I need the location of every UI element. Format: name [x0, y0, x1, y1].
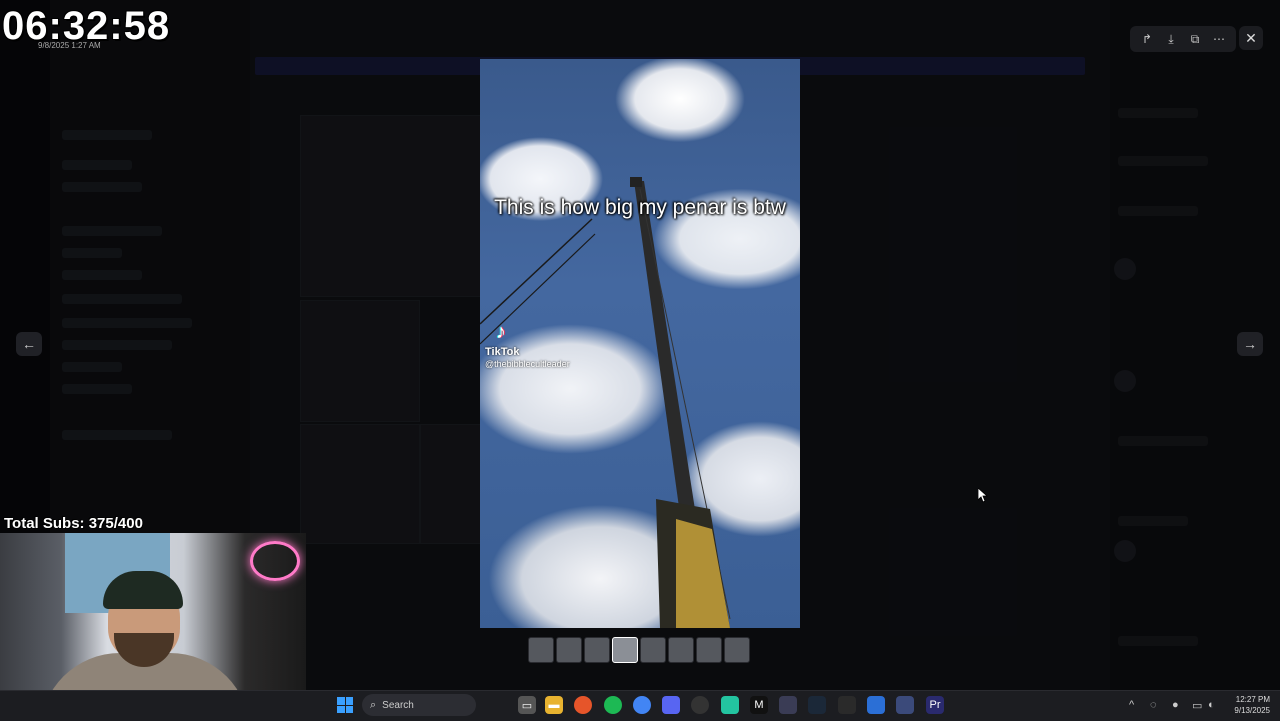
video-caption: This is how big my penar is btw [494, 196, 786, 219]
app-blue-icon[interactable] [867, 696, 885, 714]
more-icon[interactable]: ⋯ [1208, 29, 1230, 49]
thumbnail[interactable] [668, 637, 694, 663]
chrome-icon[interactable] [633, 696, 651, 714]
subs-counter: Total Subs: 375/400 [4, 515, 143, 532]
chevron-up-icon[interactable]: ^ [1129, 699, 1134, 711]
system-clock[interactable]: 12:27 PM 9/13/2025 [1226, 694, 1270, 716]
capcut-icon[interactable]: M [750, 696, 768, 714]
viewer-toolbar: ↱ ⤓ ⧉ ⋯ [1130, 26, 1236, 52]
thumbnail-strip [528, 637, 750, 663]
arrow-left-icon: ← [22, 336, 36, 352]
spotify-icon[interactable] [604, 696, 622, 714]
neon-sign [250, 541, 300, 581]
thumbnail-active[interactable] [612, 637, 638, 663]
mic-icon[interactable]: ● [1172, 699, 1179, 711]
mouse-cursor-icon [978, 488, 988, 503]
volume-icon[interactable]: ◐ [1208, 699, 1215, 711]
thumbnail[interactable] [640, 637, 666, 663]
clock-date: 9/13/2025 [1234, 706, 1270, 715]
download-icon[interactable]: ⤓ [1160, 29, 1182, 49]
search-icon: ⌕ [370, 698, 377, 711]
tiktok-brand: TikTok [485, 346, 520, 358]
app-globe-icon[interactable] [896, 696, 914, 714]
thumbnail[interactable] [584, 637, 610, 663]
search-label: Search [382, 699, 414, 711]
thumbnail[interactable] [696, 637, 722, 663]
webcam-feed [0, 533, 306, 715]
tiktok-video[interactable]: This is how big my penar is btw ♪ TikTok… [480, 59, 800, 628]
thumbnail[interactable] [724, 637, 750, 663]
previous-media-button[interactable]: ← [16, 332, 42, 356]
network-icon[interactable]: ▭ [1192, 699, 1202, 712]
steam-icon[interactable] [808, 696, 826, 714]
premiere-icon[interactable]: Pr [926, 696, 944, 714]
next-media-button[interactable]: → [1237, 332, 1263, 356]
epic-icon[interactable] [838, 696, 856, 714]
firefox-icon[interactable] [574, 696, 592, 714]
thumbnail[interactable] [528, 637, 554, 663]
arrow-right-icon: → [1243, 336, 1257, 352]
windows-start-icon[interactable] [337, 697, 353, 713]
taskbar-search[interactable]: ⌕ Search [362, 694, 476, 716]
open-external-icon[interactable]: ⧉ [1184, 29, 1206, 49]
discord-alt-icon[interactable] [721, 696, 739, 714]
tiktok-handle: @thebibblecultleader [485, 359, 570, 369]
clock-time: 12:27 PM [1235, 695, 1270, 704]
sync-icon[interactable]: ◌ [1150, 699, 1157, 711]
app-icon[interactable] [779, 696, 797, 714]
discord-icon[interactable] [662, 696, 680, 714]
forward-icon[interactable]: ↱ [1136, 29, 1158, 49]
stream-timer-date: 9/8/2025 1:27 AM [38, 41, 101, 50]
tiktok-logo-icon: ♪ [496, 321, 506, 343]
close-icon[interactable]: ✕ [1239, 26, 1263, 50]
obs-icon[interactable] [691, 696, 709, 714]
file-explorer-icon[interactable]: ▬ [545, 696, 563, 714]
thumbnail[interactable] [556, 637, 582, 663]
windows-taskbar: ⌕ Search ▭ ▬ M Pr ^ ◌ ● ▭ ◐ 12:27 PM 9/1… [0, 690, 1280, 721]
crane-image [480, 177, 731, 628]
task-view-icon[interactable]: ▭ [518, 696, 536, 714]
